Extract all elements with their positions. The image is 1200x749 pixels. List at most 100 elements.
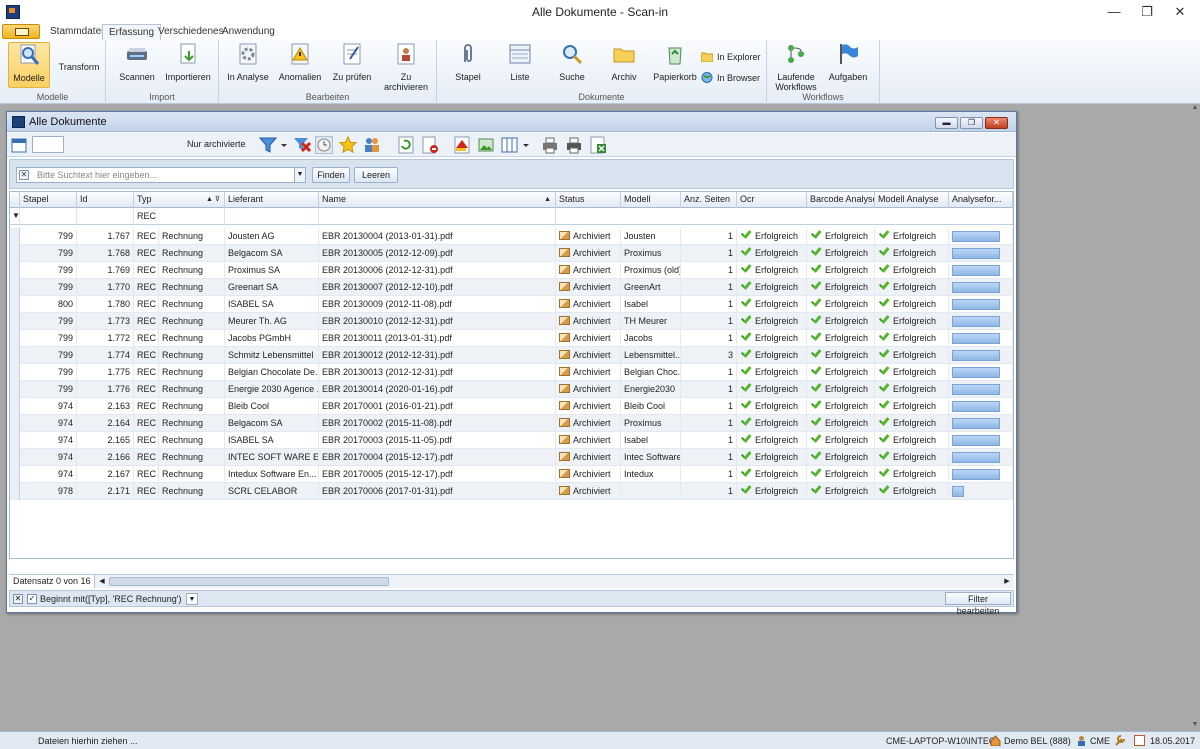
cell-sub[interactable]: Rechnung [159,381,225,398]
cell-id[interactable]: 1.769 [77,262,134,279]
row-selector[interactable] [10,279,20,296]
hscroll-right-icon[interactable]: ▶ [1002,576,1012,587]
cell-ocr[interactable]: Erfolgreich [737,245,807,262]
cell-typ[interactable]: REC [134,415,159,432]
cell-sub[interactable]: Rechnung [159,347,225,364]
cell-sub[interactable]: Rechnung [159,296,225,313]
cell-id[interactable]: 1.773 [77,313,134,330]
row-selector[interactable] [10,262,20,279]
cell-modellanalyse[interactable]: Erfolgreich [875,296,949,313]
cell-modell[interactable] [621,483,681,500]
laufende-workflows-button[interactable]: Laufende Workflows [773,42,819,92]
cell-sub[interactable]: Rechnung [159,415,225,432]
cell-analyseformular[interactable] [949,313,1013,330]
column-header-name[interactable]: Name ▲ [319,192,556,208]
row-selector[interactable] [10,415,20,432]
cell-ocr[interactable]: Erfolgreich [737,466,807,483]
cell-lieferant[interactable]: Belgacom SA [225,415,319,432]
cell-modell[interactable]: TH Meurer [621,313,681,330]
cell-modellanalyse[interactable]: Erfolgreich [875,364,949,381]
cell-modell[interactable]: Intedux [621,466,681,483]
table-row[interactable]: 799 1.769 REC Rechnung Proximus SA EBR 201300… [10,262,1013,279]
search-input[interactable]: Bitte Suchtext hier eingeben... [16,167,302,183]
filter-cell-stapel[interactable] [20,208,77,224]
nur-archivierte-label[interactable]: Nur archivierte [187,139,246,149]
cell-lieferant[interactable]: Jacobs PGmbH [225,330,319,347]
table-row[interactable]: 974 2.165 REC Rechnung ISABEL SA EBR 20170003… [10,432,1013,449]
cell-sub[interactable]: Rechnung [159,313,225,330]
cell-stapel[interactable]: 799 [20,381,77,398]
filter-dropdown-button[interactable]: ▼ [186,593,198,605]
cell-analyseformular[interactable] [949,364,1013,381]
cell-ocr[interactable]: Erfolgreich [737,279,807,296]
cell-barcode[interactable]: Erfolgreich [807,381,875,398]
row-selector[interactable] [10,347,20,364]
remove-filter-icon[interactable]: ✕ [13,594,23,604]
cell-status[interactable]: Archiviert [556,347,621,364]
cell-seiten[interactable]: 1 [681,398,737,415]
cell-analyseformular[interactable] [949,228,1013,245]
cell-modellanalyse[interactable]: Erfolgreich [875,398,949,415]
cell-ocr[interactable]: Erfolgreich [737,432,807,449]
cell-ocr[interactable]: Erfolgreich [737,347,807,364]
filter-enabled-checkbox[interactable]: ✓ [27,594,37,604]
cell-stapel[interactable]: 799 [20,330,77,347]
cell-name[interactable]: EBR 20130007 (2012-12-10).pdf [319,279,556,296]
cell-analyseformular[interactable] [949,245,1013,262]
cell-barcode[interactable]: Erfolgreich [807,347,875,364]
anomalien-button[interactable]: Anomalien [277,42,323,82]
table-row[interactable]: 799 1.773 REC Rechnung Meurer Th. AG EBR 2013… [10,313,1013,330]
cell-ocr[interactable]: Erfolgreich [737,398,807,415]
column-header-modell-analyse[interactable]: Modell Analyse [875,192,949,208]
cell-lieferant[interactable]: ISABEL SA [225,296,319,313]
cell-sub[interactable]: Rechnung [159,466,225,483]
cell-stapel[interactable]: 974 [20,398,77,415]
cell-seiten[interactable]: 3 [681,347,737,364]
table-row[interactable]: 799 1.770 REC Rechnung Greenart SA EBR 201300… [10,279,1013,296]
cell-sub[interactable]: Rechnung [159,330,225,347]
cell-lieferant[interactable]: Belgacom SA [225,245,319,262]
cell-seiten[interactable]: 1 [681,381,737,398]
cell-barcode[interactable]: Erfolgreich [807,296,875,313]
cell-name[interactable]: EBR 20170005 (2015-12-17).pdf [319,466,556,483]
cell-id[interactable]: 2.167 [77,466,134,483]
finden-button[interactable]: Finden [312,167,350,183]
cell-seiten[interactable]: 1 [681,364,737,381]
cell-name[interactable]: EBR 20130012 (2012-12-31).pdf [319,347,556,364]
cell-barcode[interactable]: Erfolgreich [807,228,875,245]
cell-name[interactable]: EBR 20130010 (2012-12-31).pdf [319,313,556,330]
leeren-button[interactable]: Leeren [354,167,398,183]
transform-button[interactable]: Transform [56,62,102,72]
cell-modellanalyse[interactable]: Erfolgreich [875,279,949,296]
table-row[interactable]: 800 1.780 REC Rechnung ISABEL SA EBR 20130009… [10,296,1013,313]
scroll-up-icon[interactable]: ▲ [1190,104,1200,114]
cell-analyseformular[interactable] [949,262,1013,279]
cell-typ[interactable]: REC [134,398,159,415]
cell-id[interactable]: 1.774 [77,347,134,364]
cell-typ[interactable]: REC [134,313,159,330]
cell-seiten[interactable]: 1 [681,296,737,313]
image-icon[interactable] [477,136,495,154]
table-row[interactable]: 799 1.776 REC Rechnung Energie 2030 Agence .… [10,381,1013,398]
liste-button[interactable]: Liste [499,42,541,82]
cell-seiten[interactable]: 1 [681,262,737,279]
cell-barcode[interactable]: Erfolgreich [807,262,875,279]
clear-filter-icon[interactable] [293,136,312,154]
cell-modell[interactable]: Isabel [621,296,681,313]
cell-lieferant[interactable]: Belgian Chocolate De... [225,364,319,381]
cell-status[interactable]: Archiviert [556,449,621,466]
cell-typ[interactable]: REC [134,245,159,262]
cell-modellanalyse[interactable]: Erfolgreich [875,466,949,483]
cell-stapel[interactable]: 974 [20,466,77,483]
cell-lieferant[interactable]: SCRL CELABOR [225,483,319,500]
doc-close-button[interactable]: ✕ [985,117,1008,129]
cell-typ[interactable]: REC [134,364,159,381]
cell-modellanalyse[interactable]: Erfolgreich [875,432,949,449]
cell-sub[interactable]: Rechnung [159,432,225,449]
clock-icon[interactable] [315,136,333,154]
cell-sub[interactable]: Rechnung [159,483,225,500]
cell-analyseformular[interactable] [949,432,1013,449]
cell-status[interactable]: Archiviert [556,245,621,262]
cell-name[interactable]: EBR 20130006 (2012-12-31).pdf [319,262,556,279]
cell-status[interactable]: Archiviert [556,262,621,279]
